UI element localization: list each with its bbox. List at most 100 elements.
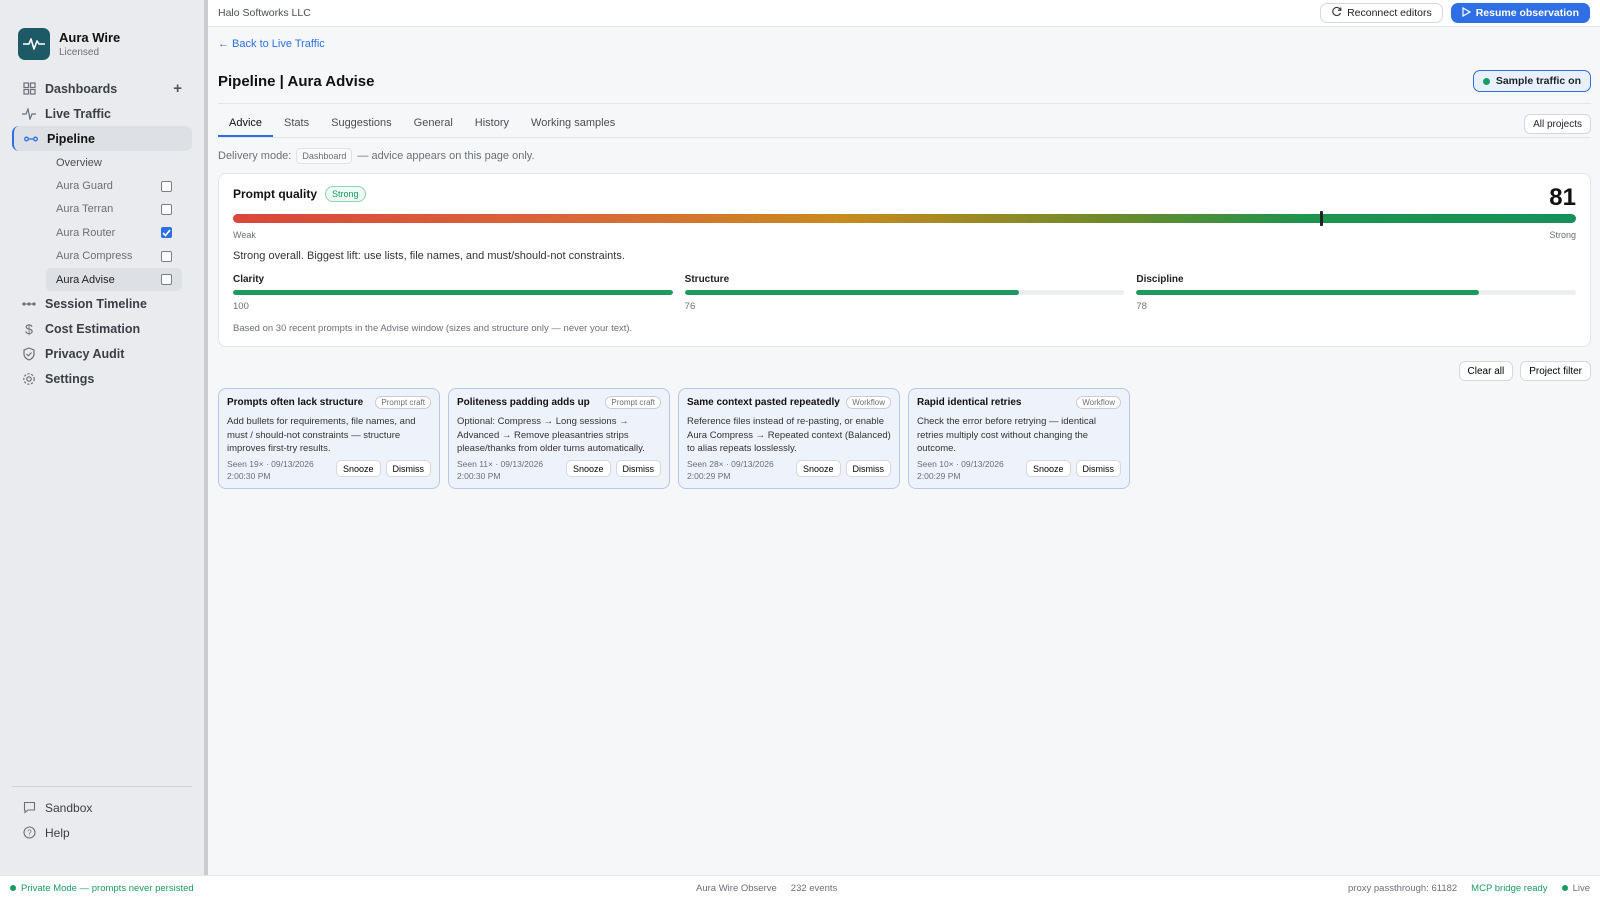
subnav-label: Aura Advise [56, 273, 115, 286]
private-mode-label: Private Mode — prompts never persisted [21, 882, 194, 894]
aura-compress-checkbox[interactable] [161, 250, 172, 262]
nav-help[interactable]: ? Help [12, 820, 192, 845]
timeline-icon [22, 297, 36, 311]
tab-bar: Advice Stats Suggestions General History… [218, 104, 1591, 138]
svg-text:?: ? [27, 828, 32, 837]
subnav-aura-advise[interactable]: Aura Advise [46, 267, 182, 292]
metric-value: 78 [1136, 301, 1147, 312]
top-bar: Halo Softworks LLC Reconnect editors Res… [208, 0, 1600, 27]
aura-router-checkbox[interactable] [161, 227, 172, 239]
metric-discipline: Discipline 78 [1136, 274, 1577, 312]
refresh-icon [1331, 6, 1342, 20]
quality-badge: Strong [325, 186, 366, 202]
back-link[interactable]: ← Back to Live Traffic [218, 38, 325, 50]
reconnect-label: Reconnect editors [1347, 7, 1432, 19]
suggestion-seen: Seen 10× · 09/13/2026 2:00:29 PM [917, 459, 1004, 481]
nav-cost-estimation[interactable]: $ Cost Estimation [12, 316, 192, 341]
snooze-button[interactable]: Snooze [1025, 460, 1071, 477]
suggestion-cards: Prompts often lack structure Prompt craf… [218, 388, 1591, 489]
subnav-overview[interactable]: Overview [56, 151, 182, 174]
subnav-aura-compress[interactable]: Aura Compress [56, 245, 182, 268]
private-mode-status: Private Mode — prompts never persisted [10, 883, 194, 894]
project-filter-button[interactable]: Project filter [1520, 361, 1591, 381]
dismiss-button[interactable]: Dismiss [385, 460, 431, 477]
metric-fill [1136, 290, 1480, 295]
metric-name: Clarity [233, 274, 265, 285]
aura-guard-checkbox[interactable] [161, 180, 172, 192]
quality-summary: Strong overall. Biggest lift: use lists,… [233, 250, 625, 262]
nav-label: Help [45, 825, 70, 840]
status-bar: Private Mode — prompts never persisted A… [0, 875, 1600, 900]
brand: Aura Wire Licensed [0, 0, 204, 70]
sidebar-divider [12, 786, 192, 787]
tab-history[interactable]: History [464, 117, 520, 137]
nav-privacy-audit[interactable]: Privacy Audit [12, 341, 192, 366]
nav-sandbox[interactable]: Sandbox [12, 795, 192, 820]
aura-advise-checkbox[interactable] [161, 274, 172, 286]
live-status: Live [1561, 882, 1590, 894]
metric-track [684, 290, 1125, 295]
tab-working-samples[interactable]: Working samples [520, 117, 626, 137]
subnav-aura-guard[interactable]: Aura Guard [56, 174, 182, 197]
tab-suggestions[interactable]: Suggestions [320, 117, 403, 137]
suggestion-body: Add bullets for requirements, file names… [227, 416, 416, 454]
clear-all-button[interactable]: Clear all [1458, 361, 1514, 381]
dismiss-button[interactable]: Dismiss [1075, 460, 1121, 477]
quality-marker [1319, 211, 1323, 226]
sample-traffic-toggle[interactable]: Sample traffic on [1472, 70, 1591, 92]
snooze-button[interactable]: Snooze [565, 460, 611, 477]
metric-name: Structure [684, 274, 730, 285]
org-name: Halo Softworks LLC [218, 7, 311, 19]
suggestion-seen: Seen 19× · 09/13/2026 2:00:30 PM [227, 459, 314, 481]
live-label: Live [1572, 882, 1590, 894]
suggestion-title: Politeness padding adds up [457, 397, 590, 408]
status-dot-icon [1482, 77, 1490, 85]
status-dot-icon [10, 885, 16, 891]
reconnect-editors-button[interactable]: Reconnect editors [1320, 3, 1443, 23]
suggestion-card: Same context pasted repeatedly Workflow … [678, 388, 900, 489]
event-count: 232 events [790, 882, 838, 894]
snooze-button[interactable]: Snooze [795, 460, 841, 477]
subnav-label: Aura Terran [56, 203, 114, 216]
nav-label: Cost Estimation [45, 321, 141, 336]
suggestion-card: Rapid identical retries Workflow Check t… [908, 388, 1130, 489]
suggestion-tag: Prompt craft [605, 396, 661, 409]
resume-label: Resume observation [1475, 7, 1579, 19]
resume-observation-button[interactable]: Resume observation [1450, 3, 1590, 23]
metric-value: 76 [684, 301, 696, 312]
dollar-icon: $ [25, 320, 33, 337]
subnav-label: Aura Guard [56, 180, 113, 193]
metric-value: 100 [233, 301, 249, 312]
scale-high-label: Strong [1549, 230, 1576, 240]
suggestion-title: Prompts often lack structure [227, 397, 364, 408]
snooze-button[interactable]: Snooze [335, 460, 381, 477]
license-status: Licensed [59, 47, 100, 58]
suggestion-card: Prompts often lack structure Prompt craf… [218, 388, 440, 489]
nav-label: Live Traffic [45, 106, 111, 121]
subnav-aura-router[interactable]: Aura Router [56, 221, 182, 244]
dismiss-button[interactable]: Dismiss [845, 460, 891, 477]
metric-name: Discipline [1136, 274, 1184, 285]
all-projects-button[interactable]: All projects [1524, 114, 1591, 134]
nav-label: Session Timeline [45, 296, 147, 311]
observe-app-label: Aura Wire Observe [696, 882, 777, 894]
nav-dashboards[interactable]: Dashboards + [12, 76, 192, 101]
nav-settings[interactable]: Settings [12, 366, 192, 391]
subnav-aura-terran[interactable]: Aura Terran [56, 198, 182, 221]
proxy-status: proxy passthrough: 61182 [1348, 882, 1458, 894]
aura-terran-checkbox[interactable] [161, 203, 172, 215]
mcp-status: MCP bridge ready [1471, 882, 1548, 894]
suggestion-tag: Workflow [846, 396, 891, 409]
prompt-quality-card: Prompt quality Strong 81 Weak Strong Str… [218, 173, 1591, 347]
quality-footnote: Based on 30 recent prompts in the Advise… [233, 323, 633, 334]
filter-row: Clear all Project filter [218, 361, 1591, 381]
tab-general[interactable]: General [403, 117, 464, 137]
dismiss-button[interactable]: Dismiss [615, 460, 661, 477]
tab-advice[interactable]: Advice [218, 117, 274, 137]
add-dashboard-icon[interactable]: + [173, 80, 182, 97]
nav-pipeline[interactable]: Pipeline [12, 126, 192, 151]
tab-stats[interactable]: Stats [273, 117, 320, 137]
nav-session-timeline[interactable]: Session Timeline [12, 291, 192, 316]
nav-live-traffic[interactable]: Live Traffic [12, 101, 192, 126]
live-dot-icon [1561, 885, 1568, 891]
